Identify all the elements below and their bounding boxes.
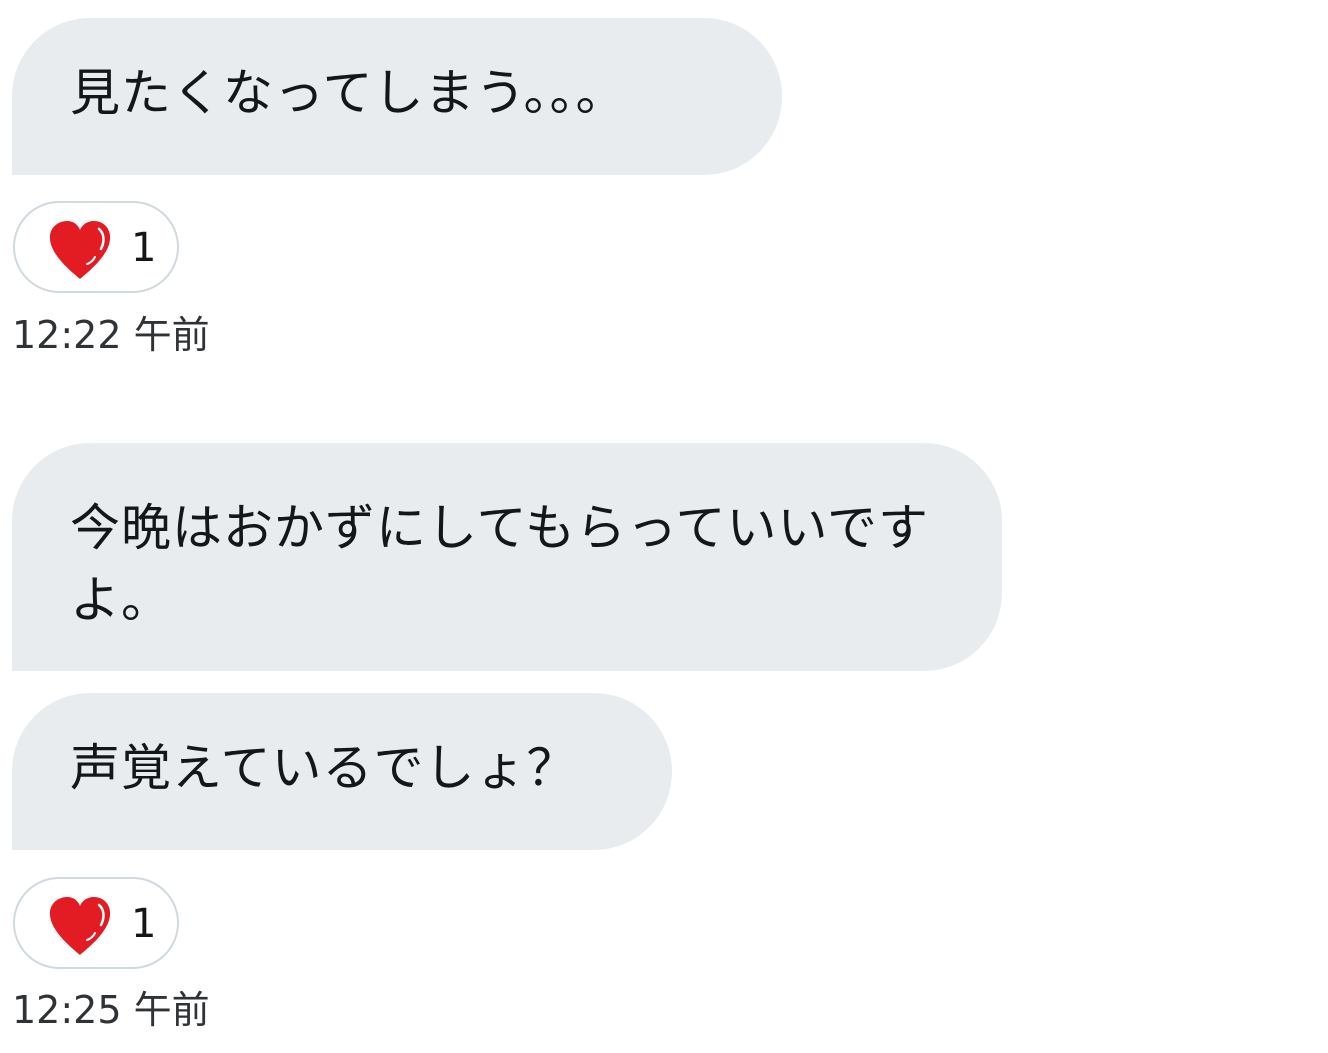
- message-timestamp: 12:25 午前: [12, 988, 210, 1032]
- message-timestamp: 12:22 午前: [12, 313, 210, 357]
- message-text: 見たくなってしまう。。。: [70, 64, 627, 122]
- message-text: 声覚えているでしょ？: [70, 739, 578, 797]
- heart-icon: [49, 221, 111, 279]
- reaction-badge[interactable]: 1: [13, 201, 179, 293]
- reaction-count: 1: [131, 901, 157, 947]
- message-bubble[interactable]: 見たくなってしまう。。。: [12, 18, 782, 175]
- reaction-badge[interactable]: 1: [13, 877, 179, 969]
- message-text: 今晩はおかずにしてもらっていいですよ。: [70, 499, 929, 629]
- reaction-count: 1: [131, 225, 157, 271]
- message-bubble[interactable]: 今晩はおかずにしてもらっていいですよ。: [12, 443, 1002, 671]
- heart-icon: [49, 897, 111, 955]
- message-bubble[interactable]: 声覚えているでしょ？: [12, 693, 672, 850]
